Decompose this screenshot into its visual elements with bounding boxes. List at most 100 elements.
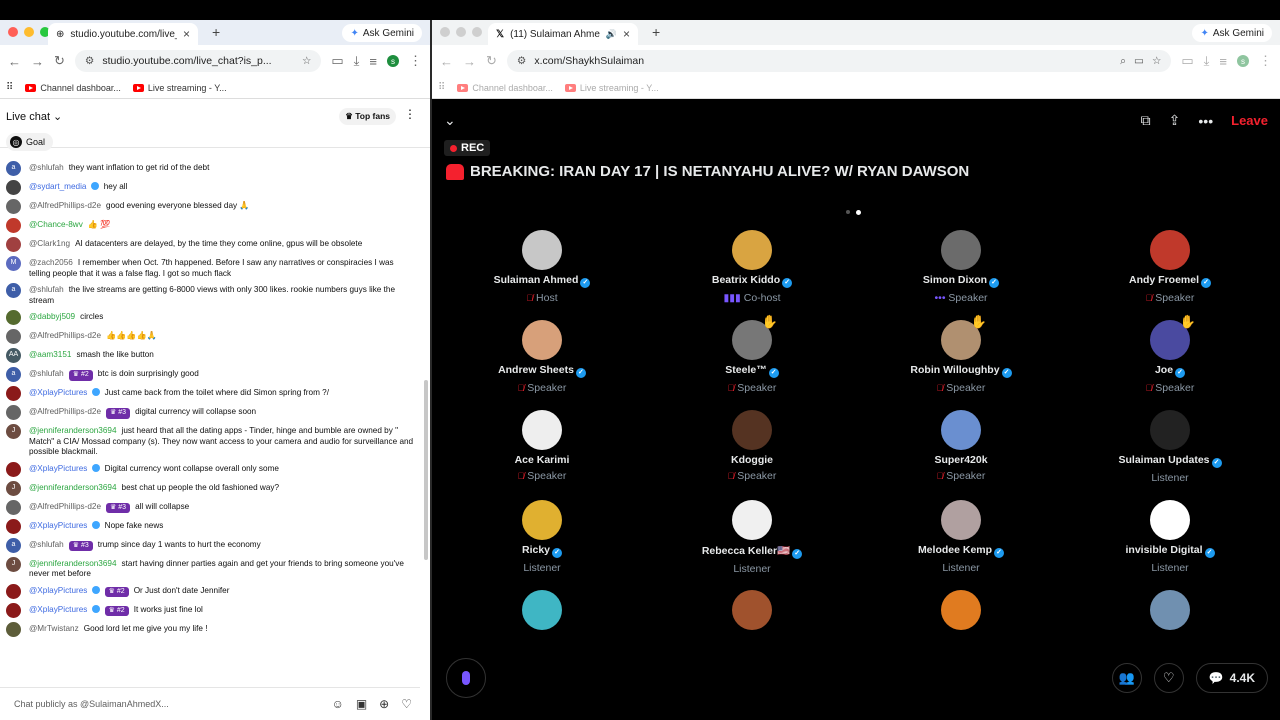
chat-message-list[interactable]: a @shlufah they want inflation to get rid …: [0, 159, 420, 679]
chat-author[interactable]: @jenniferanderson3694: [29, 426, 117, 435]
chat-author[interactable]: @shlufah: [29, 163, 64, 172]
avatar[interactable]: a: [6, 367, 21, 382]
avatar[interactable]: [6, 583, 21, 599]
comments-button[interactable]: 💬 4.4K: [1195, 663, 1268, 693]
participant-avatar[interactable]: [522, 230, 562, 270]
avatar[interactable]: a: [6, 161, 21, 176]
download-icon[interactable]: ⤓: [1204, 53, 1210, 69]
chat-message[interactable]: AA @aam3151 smash the like button: [0, 346, 420, 365]
chat-author[interactable]: @Chance-8wv: [29, 220, 83, 229]
people-icon[interactable]: 👥: [1111, 663, 1142, 693]
profile-avatar[interactable]: s: [1237, 55, 1249, 67]
share-icon[interactable]: ⇪: [1169, 112, 1181, 129]
extensions-icon[interactable]: ≡: [1219, 54, 1227, 69]
bookmark-live-streaming[interactable]: Live streaming - Y...: [132, 83, 227, 93]
participant[interactable]: [861, 590, 1061, 630]
chat-author[interactable]: @aam3151: [29, 350, 71, 359]
participant-avatar[interactable]: [1150, 500, 1190, 540]
avatar[interactable]: [6, 199, 21, 214]
chat-author[interactable]: @Clark1ng: [29, 239, 70, 248]
participant[interactable]: Beatrix Kiddo ✓ ▮▮▮ Co-host: [652, 230, 852, 304]
participant[interactable]: [652, 590, 852, 630]
page-dot-active[interactable]: [856, 210, 861, 215]
close-window-button[interactable]: [8, 27, 18, 37]
chat-author[interactable]: @jenniferanderson3694: [29, 483, 117, 492]
chat-author[interactable]: @jenniferanderson3694: [29, 559, 117, 568]
chat-message[interactable]: a @shlufah the live streams are getting 6-…: [0, 281, 420, 308]
participant-avatar[interactable]: [522, 500, 562, 540]
avatar[interactable]: J: [6, 480, 21, 496]
tab-live-chat[interactable]: ⊕ studio.youtube.com/live_chat ×: [48, 23, 198, 45]
chat-message[interactable]: a @shlufah ♛ #3 trump since day 1 wants to …: [0, 536, 420, 555]
participant-avatar[interactable]: [732, 410, 772, 450]
chat-message[interactable]: M @zach2056 I remember when Oct. 7th happe…: [0, 254, 420, 281]
forward-icon[interactable]: →: [31, 54, 44, 69]
pip-icon[interactable]: ⧉: [1141, 112, 1151, 129]
apps-grid-icon[interactable]: ⠿: [438, 82, 445, 93]
forward-icon[interactable]: →: [463, 54, 476, 69]
chat-message[interactable]: J @jenniferanderson3694 just heard that al…: [0, 422, 420, 460]
chat-message[interactable]: @MrTwistanz Good lord let me give you my …: [0, 620, 420, 639]
avatar[interactable]: [6, 218, 21, 233]
avatar[interactable]: [6, 386, 21, 401]
chat-author[interactable]: @XplayPictures: [29, 464, 87, 473]
chat-message[interactable]: J @jenniferanderson3694 start having dinne…: [0, 555, 420, 582]
apps-grid-icon[interactable]: ⠿: [6, 82, 13, 93]
site-info-icon[interactable]: ⚙: [85, 55, 94, 67]
chat-message[interactable]: @dabbyj509 circles: [0, 308, 420, 327]
page-dot[interactable]: [846, 210, 850, 214]
chat-author[interactable]: @XplayPictures: [29, 586, 87, 595]
cast-icon[interactable]: ▭: [331, 53, 343, 69]
chat-message[interactable]: @AlfredPhillips-d2e 👍👍👍👍🙏: [0, 327, 420, 346]
maximize-window-button[interactable]: [472, 27, 482, 37]
participant[interactable]: Rebecca Keller🇺🇸 ✓ Listener: [652, 500, 852, 575]
participant-avatar[interactable]: [1150, 410, 1190, 450]
chat-author[interactable]: @shlufah: [29, 369, 64, 378]
ask-gemini-button[interactable]: ✦ Ask Gemini: [1192, 24, 1272, 42]
participant-avatar[interactable]: ✋: [941, 314, 987, 360]
chat-message[interactable]: a @shlufah ♛ #2 btc is doin surprisingly go…: [0, 365, 420, 384]
participant[interactable]: Sulaiman Ahmed ✓ 🎙̸ Host: [442, 230, 642, 304]
zoom-icon[interactable]: ⌕: [1120, 55, 1126, 68]
chat-author[interactable]: @XplayPictures: [29, 388, 87, 397]
avatar[interactable]: [6, 621, 21, 637]
participant[interactable]: [1070, 590, 1270, 630]
chat-author[interactable]: @shlufah: [29, 285, 64, 294]
chat-message[interactable]: @Clark1ng AI datacenters are delayed, by …: [0, 235, 420, 254]
tab-x-profile[interactable]: 𝕏 (11) Sulaiman Ahmed (@S 🔊 ×: [488, 23, 638, 45]
install-icon[interactable]: ▭: [1134, 55, 1144, 67]
avatar[interactable]: [6, 180, 21, 195]
chat-message[interactable]: @AlfredPhillips-d2e good evening everyone…: [0, 197, 420, 216]
chat-scrollbar[interactable]: [424, 380, 428, 560]
menu-icon[interactable]: ⋮: [1259, 53, 1272, 69]
bookmark-live-streaming[interactable]: Live streaming - Y...: [564, 83, 659, 93]
cast-icon[interactable]: ▭: [1181, 53, 1193, 69]
participant[interactable]: ✋ Robin Willoughby ✓ 🎙̸ Speaker: [861, 314, 1061, 394]
participant-avatar[interactable]: [941, 590, 981, 630]
chat-author[interactable]: @AlfredPhillips-d2e: [29, 201, 101, 210]
chat-message[interactable]: @AlfredPhillips-d2e ♛ #3 all will collapse: [0, 498, 420, 517]
heart-icon[interactable]: ♡: [401, 697, 412, 711]
participant-avatar[interactable]: [941, 500, 981, 540]
chat-author[interactable]: @zach2056: [29, 258, 73, 267]
minimize-window-button[interactable]: [456, 27, 466, 37]
chat-message[interactable]: J @jenniferanderson3694 best chat up peopl…: [0, 479, 420, 498]
avatar[interactable]: [6, 499, 21, 515]
avatar[interactable]: [6, 405, 21, 420]
new-tab-button[interactable]: +: [212, 24, 220, 40]
participant[interactable]: Ricky ✓ Listener: [442, 500, 642, 574]
chat-message[interactable]: @XplayPictures ♛ #2 Or Just don't date Je…: [0, 582, 420, 601]
participant-avatar[interactable]: ✋: [732, 314, 778, 360]
close-tab-icon[interactable]: ×: [623, 27, 630, 41]
chat-message[interactable]: @Chance-8wv 👍 💯: [0, 216, 420, 235]
profile-avatar[interactable]: s: [387, 55, 399, 67]
back-icon[interactable]: ←: [8, 54, 21, 69]
extensions-icon[interactable]: ≡: [369, 54, 377, 69]
bookmark-channel-dashboard[interactable]: Channel dashboar...: [25, 83, 121, 93]
participant[interactable]: Ace Karimi 🎙̸ Speaker: [442, 410, 642, 482]
participant[interactable]: Kdoggie 🎙̸ Speaker: [652, 410, 852, 482]
avatar[interactable]: J: [6, 556, 21, 572]
minimize-window-button[interactable]: [24, 27, 34, 37]
avatar[interactable]: AA: [6, 348, 21, 363]
microphone-button[interactable]: [446, 658, 486, 698]
